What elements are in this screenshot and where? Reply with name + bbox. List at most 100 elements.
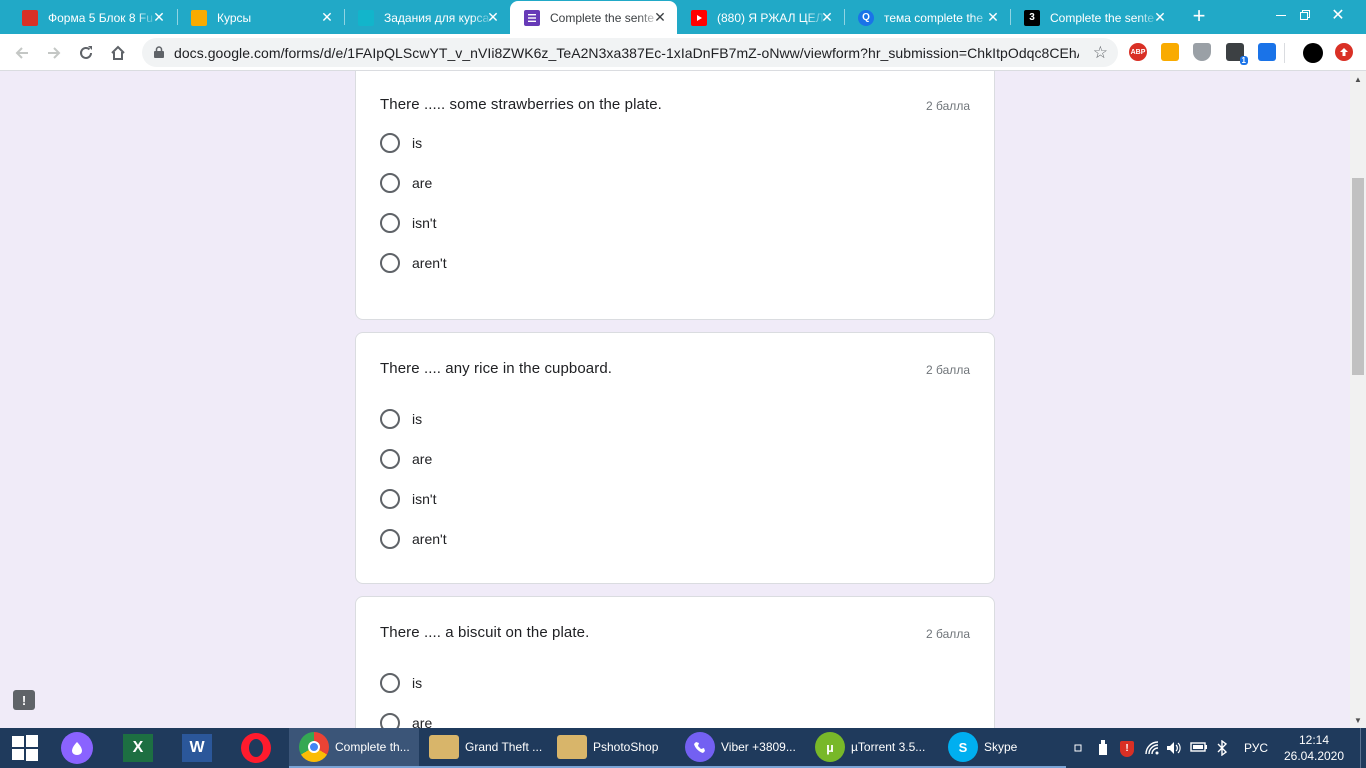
radio-option[interactable]: is (380, 671, 422, 695)
battery-icon[interactable] (1190, 741, 1208, 756)
radio-option[interactable]: is (380, 131, 422, 155)
radio-button[interactable] (380, 713, 400, 728)
tab-title: Complete the sente (550, 10, 655, 25)
tab-kursy[interactable]: Курсы ✕ (177, 1, 344, 34)
question-card: There .... a biscuit on the plate. 2 бал… (355, 596, 995, 728)
red-bars-icon (22, 9, 38, 26)
word-icon[interactable]: W (172, 728, 222, 768)
tab-complete-2[interactable]: 3 Complete the sente ✕ (1010, 1, 1177, 34)
tab-title: (880) Я РЖАЛ ЦЕЛ (717, 10, 824, 25)
alice-icon[interactable] (52, 728, 102, 768)
close-window-icon[interactable]: ✕ (1315, 0, 1361, 30)
vertical-scrollbar[interactable]: ▲ ▼ (1350, 71, 1366, 728)
close-icon[interactable]: ✕ (1153, 10, 1167, 24)
taskbar-app-utorrent[interactable]: µ µTorrent 3.5... (805, 728, 938, 768)
new-tab-button[interactable]: + (1189, 5, 1209, 27)
radio-option[interactable]: aren't (380, 527, 447, 551)
radio-button[interactable] (380, 133, 400, 153)
radio-button[interactable] (380, 213, 400, 233)
scroll-up-icon[interactable]: ▲ (1350, 71, 1366, 87)
windows-start-icon[interactable] (0, 728, 50, 768)
radio-button[interactable] (380, 449, 400, 469)
antivirus-alert-icon[interactable]: ! (1120, 740, 1134, 757)
radio-button[interactable] (380, 409, 400, 429)
taskbar-app-label: Viber +3809... (721, 740, 796, 754)
taskbar-app-gta-folder[interactable]: Grand Theft ... (419, 728, 547, 768)
close-icon[interactable]: ✕ (486, 10, 500, 24)
google-forms-icon (524, 9, 540, 26)
radio-option[interactable]: isn't (380, 487, 436, 511)
bluetooth-icon[interactable] (1216, 739, 1228, 759)
question-card: There ..... some strawberries on the pla… (355, 71, 995, 320)
show-desktop-button[interactable] (1360, 728, 1366, 768)
radio-option[interactable]: are (380, 171, 432, 195)
radio-option[interactable]: are (380, 711, 432, 728)
form-page: There ..... some strawberries on the pla… (0, 71, 1350, 728)
radio-button[interactable] (380, 673, 400, 693)
box-extension-icon[interactable]: 1 (1226, 43, 1248, 65)
option-label: aren't (412, 255, 447, 271)
close-icon[interactable]: ✕ (320, 10, 334, 24)
tab-search[interactable]: Q тема complete the ✕ (844, 1, 1010, 34)
report-feedback-button[interactable]: ! (13, 690, 35, 710)
forward-icon[interactable] (42, 41, 66, 65)
address-bar[interactable]: docs.google.com/forms/d/e/1FAIpQLScwYT_v… (142, 38, 1118, 67)
taskbar-app-viber[interactable]: Viber +3809... (675, 728, 805, 768)
excel-icon[interactable]: X (113, 728, 163, 768)
volume-icon[interactable] (1166, 740, 1182, 759)
taskbar-app-label: Skype (984, 740, 1018, 754)
close-icon[interactable]: ✕ (152, 10, 166, 24)
tab-complete-active[interactable]: Complete the sente ✕ (510, 1, 677, 34)
option-label: is (412, 675, 423, 691)
classroom-icon (191, 9, 207, 26)
back-icon[interactable] (10, 41, 34, 65)
taskbar-app-photoshop-folder[interactable]: PshotoShop (547, 728, 675, 768)
opera-icon[interactable] (231, 728, 281, 768)
url-text: docs.google.com/forms/d/e/1FAIpQLScwYT_v… (174, 45, 1079, 61)
system-clock[interactable]: 12:14 26.04.2020 (1283, 732, 1345, 764)
question-points: 2 балла (926, 363, 970, 377)
option-label: isn't (412, 491, 437, 507)
close-icon[interactable]: ✕ (820, 10, 834, 24)
language-indicator[interactable]: РУС (1244, 741, 1268, 755)
profile-avatar-icon[interactable] (1303, 43, 1323, 63)
tab-title: тема complete the (884, 10, 983, 25)
radio-button[interactable] (380, 173, 400, 193)
update-icon[interactable] (1335, 43, 1353, 61)
usb-device-icon[interactable] (1097, 740, 1109, 759)
question-card: There .... any rice in the cupboard. 2 б… (355, 332, 995, 584)
radio-button[interactable] (380, 489, 400, 509)
translate-extension-icon[interactable] (1258, 43, 1276, 61)
windows-taskbar: X W Complete th... Grand Theft ... Pshot… (0, 728, 1366, 768)
taskbar-app-chrome[interactable]: Complete th... (289, 728, 419, 768)
tab-title: Курсы (217, 10, 252, 25)
browser-toolbar: docs.google.com/forms/d/e/1FAIpQLScwYT_v… (0, 34, 1366, 71)
skype-icon: S (948, 732, 978, 762)
tab-zadaniya[interactable]: Задания для курса ✕ (344, 1, 510, 34)
folder-icon (557, 735, 587, 759)
close-icon[interactable]: ✕ (986, 10, 1000, 24)
radio-option[interactable]: is (380, 407, 422, 431)
browser-tab-strip: Форма 5 Блок 8 Fu ✕ Курсы ✕ Задания для … (0, 0, 1366, 34)
show-hidden-icons-icon[interactable] (1074, 741, 1082, 755)
adblock-icon[interactable]: ABP (1129, 43, 1147, 61)
reload-icon[interactable] (74, 41, 98, 65)
tab-forma[interactable]: Форма 5 Блок 8 Fu ✕ (8, 1, 176, 34)
question-points: 2 балла (926, 99, 970, 113)
taskbar-app-skype[interactable]: S Skype (938, 728, 1066, 768)
bookmark-star-icon[interactable]: ☆ (1093, 43, 1108, 63)
option-label: are (412, 175, 433, 191)
home-icon[interactable] (106, 41, 130, 65)
shield-extension-icon[interactable] (1193, 43, 1211, 61)
close-icon[interactable]: ✕ (653, 10, 667, 24)
radio-option[interactable]: isn't (380, 211, 436, 235)
tab-youtube[interactable]: (880) Я РЖАЛ ЦЕЛ ✕ (677, 1, 844, 34)
lock-extension-icon[interactable] (1161, 43, 1179, 61)
scrollbar-thumb[interactable] (1352, 178, 1364, 375)
radio-option[interactable]: are (380, 447, 432, 471)
radio-button[interactable] (380, 529, 400, 549)
wifi-icon[interactable] (1144, 740, 1160, 759)
radio-option[interactable]: aren't (380, 251, 447, 275)
radio-button[interactable] (380, 253, 400, 273)
scroll-down-icon[interactable]: ▼ (1350, 712, 1366, 728)
